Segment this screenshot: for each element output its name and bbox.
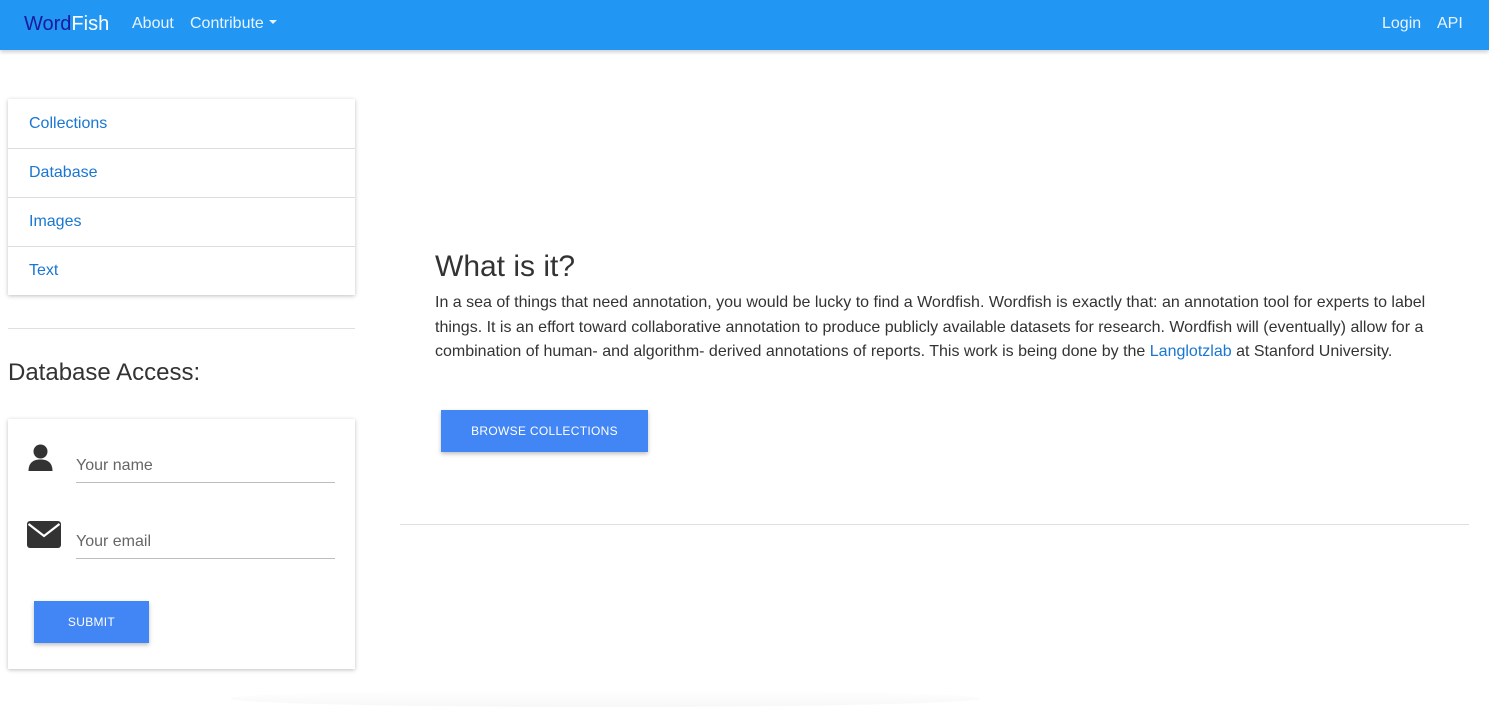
envelope-icon [27,521,61,553]
nav-contribute-dropdown[interactable]: Contribute [190,14,277,34]
langlotzlab-link[interactable]: Langlotzlab [1150,343,1232,360]
nav-api-link[interactable]: API [1437,14,1463,34]
user-icon [28,444,53,477]
footer-shadow [230,690,980,707]
nav-about-link[interactable]: About [132,14,174,34]
sidebar-divider [8,328,355,329]
database-access-form: SUBMIT [8,419,355,669]
caret-down-icon [268,19,277,24]
submit-button[interactable]: SUBMIT [34,601,149,643]
top-navbar: WordFish About Contribute Login API [0,0,1489,50]
intro-paragraph: In a sea of things that need annotation,… [435,291,1445,365]
intro-text-after: at Stanford University. [1231,343,1393,360]
page-title: What is it? [435,250,576,283]
main-divider [400,524,1469,525]
sidebar-item-text[interactable]: Text [8,246,355,295]
nav-contribute-label: Contribute [190,15,264,32]
browse-collections-button[interactable]: BROWSE COLLECTIONS [441,410,648,452]
brand-logo[interactable]: WordFish [24,12,109,36]
nav-login-link[interactable]: Login [1382,14,1421,34]
sidebar-item-database[interactable]: Database [8,148,355,197]
brand-fish: Fish [71,13,110,35]
sidebar-item-images[interactable]: Images [8,197,355,246]
email-input[interactable] [76,525,335,559]
name-input[interactable] [76,449,335,483]
sidebar-item-collections[interactable]: Collections [8,99,355,148]
database-access-title: Database Access: [8,359,201,386]
sidebar-list: Collections Database Images Text [8,99,355,295]
brand-word: Word [24,13,72,35]
